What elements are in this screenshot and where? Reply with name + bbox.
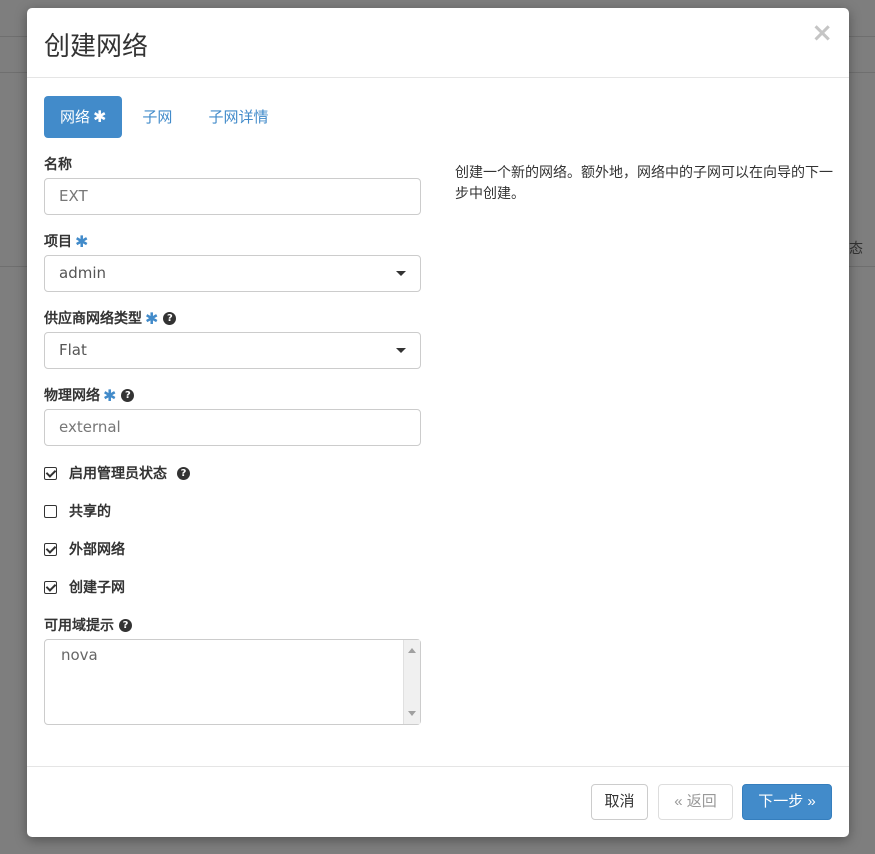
create-network-modal: 创建网络 × 网络 ✱ 子网 子网详情 名称 EXT 项目 ✱ admin 供应商网… xyxy=(27,8,849,837)
checkbox-checked-icon[interactable] xyxy=(44,466,57,480)
required-icon: ✱ xyxy=(145,308,159,328)
scroll-up-icon[interactable] xyxy=(408,648,416,653)
scrollbar[interactable] xyxy=(403,640,420,724)
checkbox-checked-icon[interactable] xyxy=(44,580,57,594)
help-description: 创建一个新的网络。额外地，网络中的子网可以在向导的下一步中创建。 xyxy=(455,165,833,202)
select-value: Flat xyxy=(59,341,87,359)
create-subnet-checkbox-row[interactable]: 创建子网 xyxy=(44,577,421,597)
az-hints-label: 可用域提示? xyxy=(44,615,421,635)
required-icon: ✱ xyxy=(75,231,89,251)
help-icon[interactable]: ? xyxy=(163,311,177,325)
physical-network-label: 物理网络 ✱? xyxy=(44,385,421,405)
name-label: 名称 xyxy=(44,154,421,174)
required-icon: ✱ xyxy=(103,385,117,405)
checkbox-label: 共享的 xyxy=(69,504,111,520)
modal-header: 创建网络 × xyxy=(27,8,849,78)
label-text: 项目 xyxy=(44,234,72,250)
required-icon: ✱ xyxy=(93,107,107,126)
select-value: admin xyxy=(59,264,106,282)
tab-label: 子网详情 xyxy=(208,108,269,126)
admin-state-checkbox-row[interactable]: 启用管理员状态 ? xyxy=(44,463,421,483)
provider-network-type-select[interactable]: Flat xyxy=(44,332,421,369)
tab-subnet[interactable]: 子网 xyxy=(126,96,188,138)
name-input[interactable]: EXT xyxy=(44,178,421,215)
label-text: 可用域提示 xyxy=(44,618,114,634)
label-text: 名称 xyxy=(44,157,72,173)
scroll-down-icon[interactable] xyxy=(408,711,416,716)
provider-network-type-label: 供应商网络类型 ✱? xyxy=(44,308,421,328)
back-button[interactable]: « 返回 xyxy=(658,784,733,820)
label-text: 供应商网络类型 xyxy=(44,311,142,327)
tab-network[interactable]: 网络 ✱ xyxy=(44,96,123,138)
backdrop-column-header: 态 xyxy=(849,241,863,257)
checkbox-checked-icon[interactable] xyxy=(44,542,57,556)
checkbox-label: 启用管理员状态 xyxy=(69,466,167,482)
cancel-button[interactable]: 取消 xyxy=(591,784,648,820)
external-network-checkbox-row[interactable]: 外部网络 xyxy=(44,539,421,559)
project-label: 项目 ✱ xyxy=(44,231,421,251)
tab-label: 子网 xyxy=(142,108,173,126)
tab-subnet-details[interactable]: 子网详情 xyxy=(192,96,284,138)
modal-title: 创建网络 xyxy=(44,32,149,62)
tab-label: 网络 xyxy=(60,108,91,126)
checkbox-label: 创建子网 xyxy=(69,580,125,596)
help-icon[interactable]: ? xyxy=(177,466,190,480)
next-button[interactable]: 下一步 » xyxy=(742,784,832,820)
caret-down-icon xyxy=(396,348,406,353)
checkbox-label: 外部网络 xyxy=(69,542,125,558)
listbox-option[interactable]: nova xyxy=(61,646,98,664)
wizard-tabs: 网络 ✱ 子网 子网详情 xyxy=(44,96,284,138)
footer-divider xyxy=(27,766,849,767)
checkbox-unchecked-icon[interactable] xyxy=(44,504,57,518)
help-icon[interactable]: ? xyxy=(119,618,132,632)
help-icon[interactable]: ? xyxy=(121,388,135,402)
label-text: 物理网络 xyxy=(44,388,100,404)
close-icon[interactable]: × xyxy=(811,20,833,46)
network-form: 名称 EXT 项目 ✱ admin 供应商网络类型 ✱? Flat 物理网络 ✱? e… xyxy=(44,154,421,725)
shared-checkbox-row[interactable]: 共享的 xyxy=(44,501,421,521)
physical-network-input[interactable]: external xyxy=(44,409,421,446)
project-select[interactable]: admin xyxy=(44,255,421,292)
caret-down-icon xyxy=(396,271,406,276)
az-hints-multiselect[interactable]: nova xyxy=(44,639,421,725)
